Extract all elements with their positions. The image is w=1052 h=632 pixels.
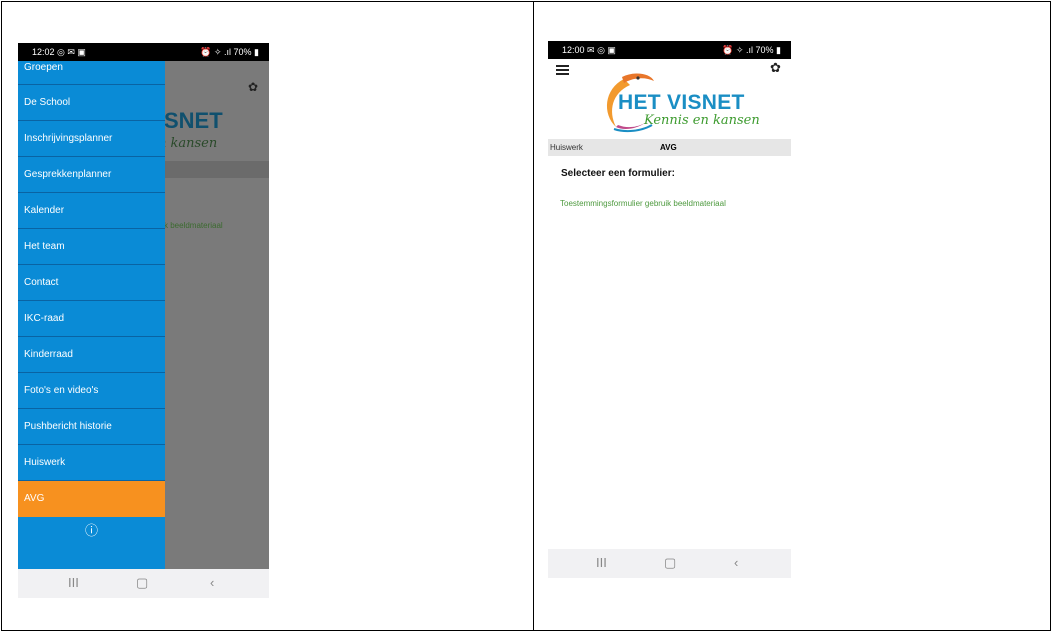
panel-divider bbox=[533, 1, 534, 631]
hamburger-icon[interactable] bbox=[556, 65, 569, 75]
gear-icon: ✿ bbox=[248, 80, 259, 94]
status-bar: 12:00 ✉ ◎ ▣ ⏰ ✧ .ıl 70% ▮ bbox=[548, 41, 791, 59]
menu-item-label: Groepen bbox=[24, 62, 63, 73]
menu-item-label: Huiswerk bbox=[24, 457, 66, 468]
menu-item-groepen[interactable]: Groepen bbox=[18, 61, 165, 85]
section-title: Selecteer een formulier: bbox=[561, 168, 675, 179]
background-logo-title: SNET bbox=[164, 108, 223, 133]
tab-bar: Huiswerk AVG bbox=[548, 139, 791, 156]
background-tab-bar bbox=[164, 161, 269, 178]
status-time: 12:00 ✉ ◎ ▣ bbox=[562, 45, 616, 55]
menu-item-pushbericht-historie[interactable]: Pushbericht historie bbox=[18, 409, 165, 445]
android-nav-bar: III ▢ ‹ bbox=[548, 549, 791, 578]
tab-avg[interactable]: AVG bbox=[660, 143, 677, 152]
drawer-footer: ⓘ bbox=[18, 517, 165, 547]
recents-icon[interactable]: III bbox=[68, 575, 79, 590]
menu-item-kinderraad[interactable]: Kinderraad bbox=[18, 337, 165, 373]
menu-item-gesprekkenplanner[interactable]: Gesprekkenplanner bbox=[18, 157, 165, 193]
status-indicators: ⏰ ✧ .ıl 70% ▮ bbox=[722, 45, 781, 55]
menu-item-label: AVG bbox=[24, 493, 45, 504]
menu-item-label: Het team bbox=[24, 241, 65, 252]
menu-item-label: De School bbox=[24, 97, 71, 108]
logo-title: HET VISNET bbox=[618, 91, 745, 114]
home-icon[interactable]: ▢ bbox=[664, 555, 676, 571]
menu-item-kalender[interactable]: Kalender bbox=[18, 193, 165, 229]
recents-icon[interactable]: III bbox=[596, 555, 607, 570]
android-nav-bar: III ▢ ‹ bbox=[18, 569, 269, 598]
gear-icon[interactable]: ✿ bbox=[770, 60, 781, 76]
form-link-toestemmingsformulier[interactable]: Toestemmingsformulier gebruik beeldmater… bbox=[560, 199, 726, 208]
right-phone-screenshot: 12:00 ✉ ◎ ▣ ⏰ ✧ .ıl 70% ▮ ✿ HET VISNET K… bbox=[548, 41, 791, 578]
navigation-drawer: Groepen De School Inschrijvingsplanner G… bbox=[18, 61, 165, 569]
menu-item-de-school[interactable]: De School bbox=[18, 85, 165, 121]
menu-item-label: Gesprekkenplanner bbox=[24, 169, 112, 180]
menu-item-contact[interactable]: Contact bbox=[18, 265, 165, 301]
menu-item-inschrijvingsplanner[interactable]: Inschrijvingsplanner bbox=[18, 121, 165, 157]
info-icon[interactable]: ⓘ bbox=[85, 523, 98, 538]
status-time: 12:02 ◎ ✉ ▣ bbox=[32, 47, 86, 57]
menu-item-label: Kinderraad bbox=[24, 349, 73, 360]
status-indicators: ⏰ ✧ .ıl 70% ▮ bbox=[200, 47, 259, 57]
back-icon[interactable]: ‹ bbox=[210, 575, 214, 590]
menu-item-label: Foto's en video's bbox=[24, 385, 99, 396]
menu-item-fotos-videos[interactable]: Foto's en video's bbox=[18, 373, 165, 409]
back-icon[interactable]: ‹ bbox=[734, 555, 738, 570]
menu-item-label: Contact bbox=[24, 277, 59, 288]
menu-item-avg[interactable]: AVG bbox=[18, 481, 165, 517]
menu-item-huiswerk[interactable]: Huiswerk bbox=[18, 445, 165, 481]
menu-item-label: Inschrijvingsplanner bbox=[24, 133, 113, 144]
menu-item-ikc-raad[interactable]: IKC-raad bbox=[18, 301, 165, 337]
status-bar: 12:02 ◎ ✉ ▣ ⏰ ✧ .ıl 70% ▮ bbox=[18, 43, 269, 61]
background-logo-subtitle: n kansen bbox=[158, 136, 218, 151]
menu-item-label: Kalender bbox=[24, 205, 65, 216]
tab-huiswerk[interactable]: Huiswerk bbox=[550, 143, 583, 152]
left-phone-screenshot: 12:02 ◎ ✉ ▣ ⏰ ✧ .ıl 70% ▮ SNET n kansen … bbox=[18, 43, 269, 598]
menu-item-label: Pushbericht historie bbox=[24, 421, 112, 432]
background-form-link: k beeldmateriaal bbox=[164, 221, 223, 230]
menu-item-het-team[interactable]: Het team bbox=[18, 229, 165, 265]
logo-subtitle: Kennis en kansen bbox=[644, 113, 760, 128]
school-logo: HET VISNET Kennis en kansen bbox=[594, 69, 760, 135]
menu-item-label: IKC-raad bbox=[24, 313, 65, 324]
home-icon[interactable]: ▢ bbox=[136, 575, 148, 591]
